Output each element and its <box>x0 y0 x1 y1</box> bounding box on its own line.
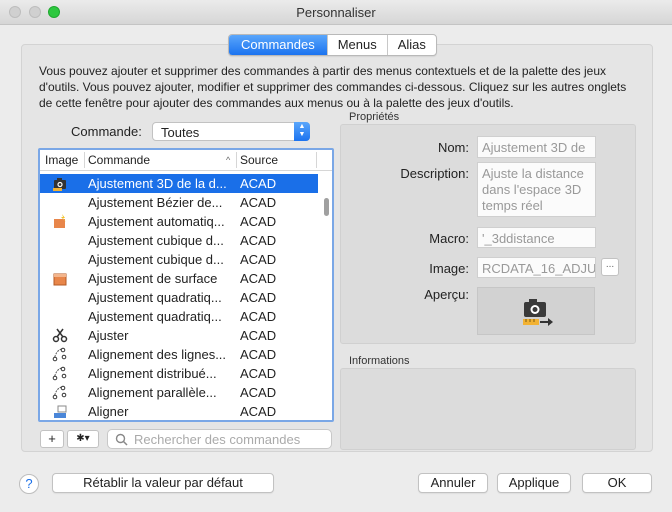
window-title: Personnaliser <box>296 5 376 20</box>
command-name: Ajuster <box>88 328 129 343</box>
command-filter-label: Commande: <box>71 124 142 139</box>
add-command-button[interactable]: + <box>40 430 64 448</box>
command-source: ACAD <box>240 309 277 324</box>
image-field[interactable]: RCDATA_16_ADJUS <box>477 257 596 278</box>
tab-alias[interactable]: Alias <box>386 35 436 55</box>
command-name: Ajustement automatiq... <box>88 214 225 229</box>
preview-label: Aperçu: <box>424 287 469 302</box>
name-label: Nom: <box>437 140 469 155</box>
tab-commandes[interactable]: Commandes <box>229 35 327 55</box>
command-filter-select[interactable]: Toutes ▲ ▼ <box>152 122 310 141</box>
column-command[interactable]: Commande <box>88 153 150 167</box>
command-source: ACAD <box>240 195 277 210</box>
align-distribute-icon <box>52 366 68 381</box>
description-text: Vous pouvez ajouter et supprimer des com… <box>39 64 627 110</box>
preview-box <box>477 287 595 335</box>
description-label: Description: <box>400 166 469 181</box>
list-header: Image Commande ^ Source <box>40 150 332 171</box>
search-icon <box>115 433 128 449</box>
list-item[interactable]: Ajustement quadratiq... ACAD <box>40 307 318 326</box>
command-source: ACAD <box>240 366 277 381</box>
command-list[interactable]: Image Commande ^ Source Ajustement 3D de… <box>38 148 334 422</box>
column-image[interactable]: Image <box>45 153 78 167</box>
list-item[interactable]: Ajustement automatiq... ACAD <box>40 212 318 231</box>
gear-menu-button[interactable]: ✱▾ <box>67 430 99 448</box>
column-divider <box>316 152 317 168</box>
command-name: Ajustement 3D de la d... <box>88 176 227 191</box>
search-field[interactable]: Rechercher des commandes <box>107 429 332 449</box>
command-source: ACAD <box>240 328 277 343</box>
camera-icon <box>52 176 68 191</box>
command-source: ACAD <box>240 271 277 286</box>
list-item[interactable]: Alignement distribué... ACAD <box>40 364 318 383</box>
command-name: Alignement parallèle... <box>88 385 217 400</box>
description-field[interactable]: Ajuste la distance dans l'espace 3D temp… <box>477 162 596 217</box>
image-label: Image: <box>429 261 469 276</box>
command-name: Ajustement cubique d... <box>88 233 224 248</box>
command-name: Ajustement quadratiq... <box>88 309 222 324</box>
scrollbar-thumb[interactable] <box>324 198 329 216</box>
list-scrollbar[interactable] <box>322 170 332 420</box>
command-source: ACAD <box>240 404 277 419</box>
auto-fit-icon <box>52 214 68 229</box>
tab-menus[interactable]: Menus <box>326 35 387 55</box>
command-source: ACAD <box>240 290 277 305</box>
scissors-icon <box>52 328 68 343</box>
ok-button[interactable]: OK <box>582 473 652 493</box>
list-item[interactable]: Aligner ACAD <box>40 402 318 420</box>
macro-field[interactable]: '_3ddistance <box>477 227 596 248</box>
column-source[interactable]: Source <box>240 153 278 167</box>
surface-icon <box>52 271 68 286</box>
command-source: ACAD <box>240 385 277 400</box>
list-item[interactable]: Ajustement de surface ACAD <box>40 269 318 288</box>
list-item[interactable]: Ajustement cubique d... ACAD <box>40 231 318 250</box>
camera-icon <box>521 296 555 331</box>
list-item[interactable]: Ajustement Bézier de... ACAD <box>40 193 318 212</box>
align-icon <box>52 404 68 419</box>
list-item[interactable]: Ajustement 3D de la d... ACAD <box>40 174 318 193</box>
macro-label: Macro: <box>429 231 469 246</box>
column-divider <box>236 152 237 168</box>
search-placeholder: Rechercher des commandes <box>134 432 301 447</box>
column-divider <box>84 152 85 168</box>
image-browse-button[interactable]: ... <box>601 258 619 276</box>
command-source: ACAD <box>240 214 277 229</box>
command-name: Ajustement Bézier de... <box>88 195 223 210</box>
command-source: ACAD <box>240 233 277 248</box>
info-box <box>340 368 636 450</box>
list-item[interactable]: Ajustement cubique d... ACAD <box>40 250 318 269</box>
command-source: ACAD <box>240 252 277 267</box>
command-name: Alignement des lignes... <box>88 347 227 362</box>
command-name: Ajustement cubique d... <box>88 252 224 267</box>
list-item[interactable]: Ajuster ACAD <box>40 326 318 345</box>
list-item[interactable]: Alignement parallèle... ACAD <box>40 383 318 402</box>
list-item[interactable]: Ajustement quadratiq... ACAD <box>40 288 318 307</box>
command-filter-value: Toutes <box>161 125 200 140</box>
name-field[interactable]: Ajustement 3D de <box>477 136 596 158</box>
align-parallel-icon <box>52 385 68 400</box>
reset-default-button[interactable]: Rétablir la valeur par défaut <box>52 473 274 493</box>
help-button[interactable]: ? <box>19 474 39 494</box>
title-bar: Personnaliser <box>0 0 672 25</box>
sort-ascending-icon: ^ <box>226 155 231 165</box>
apply-button[interactable]: Applique <box>497 473 571 493</box>
gear-icon: ✱▾ <box>76 433 90 444</box>
command-name: Ajustement de surface <box>88 271 218 286</box>
select-arrows-icon: ▲ ▼ <box>294 122 310 141</box>
command-name: Alignement distribué... <box>88 366 217 381</box>
cancel-button[interactable]: Annuler <box>418 473 488 493</box>
info-section-label: Informations <box>349 355 410 367</box>
command-name: Aligner <box>88 404 129 419</box>
command-source: ACAD <box>240 347 277 362</box>
list-item[interactable]: Alignement des lignes... ACAD <box>40 345 318 364</box>
command-source: ACAD <box>240 176 277 191</box>
align-lines-icon <box>52 347 68 362</box>
properties-section-label: Propriétés <box>349 111 400 123</box>
command-name: Ajustement quadratiq... <box>88 290 222 305</box>
tab-bar: Commandes Menus Alias <box>228 34 437 56</box>
